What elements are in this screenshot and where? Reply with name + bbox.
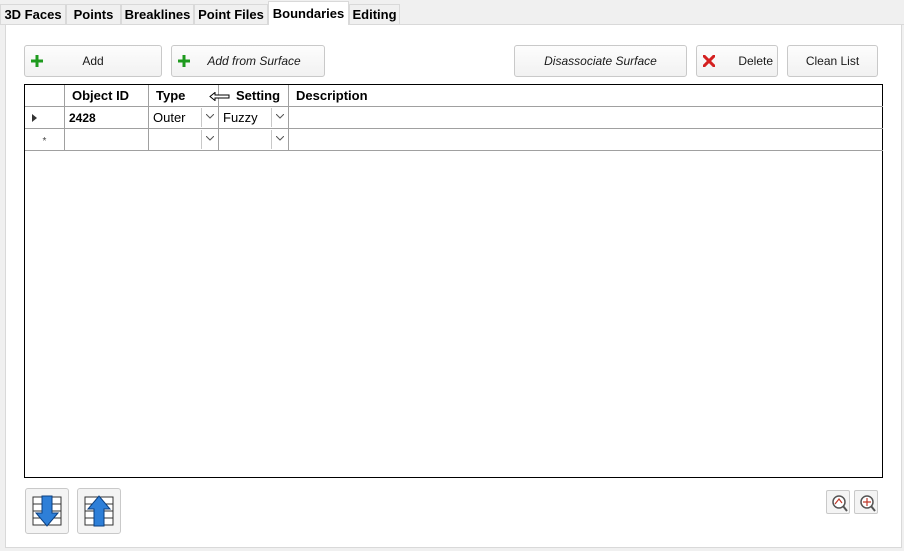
zoom-extents-button[interactable] (854, 490, 878, 514)
add-from-surface-label: Add from Surface (207, 54, 301, 68)
arrow-up-icon (84, 495, 114, 527)
row-header-corner (25, 85, 65, 107)
tab-points[interactable]: Points (66, 4, 121, 24)
new-row-marker: * (25, 129, 65, 151)
add-from-surface-button[interactable]: Add from Surface (171, 45, 325, 77)
disassociate-surface-label: Disassociate Surface (544, 54, 657, 68)
column-header-object-id[interactable]: Object ID (65, 85, 149, 107)
chevron-down-icon (206, 136, 214, 141)
delete-button-label: Delete (738, 54, 773, 68)
type-combo[interactable]: Outer (149, 107, 219, 129)
zoom-icon (832, 495, 848, 512)
new-type-combo-dropdown[interactable] (201, 130, 217, 149)
clean-list-button[interactable]: Clean List (787, 45, 878, 77)
type-combo-value: Outer (153, 110, 186, 125)
new-setting-combo[interactable] (219, 129, 289, 151)
move-up-button[interactable] (77, 488, 121, 534)
chevron-down-icon (276, 114, 284, 119)
zoom-extents-icon (860, 495, 876, 512)
tab-editing[interactable]: Editing (349, 4, 400, 24)
chevron-down-icon (276, 136, 284, 141)
tab-bar: 3D Faces Points Breaklines Point Files B… (0, 0, 904, 25)
chevron-down-icon (206, 114, 214, 119)
current-row-arrow-icon (32, 114, 37, 122)
boundaries-grid[interactable]: Object ID Type Setting Description 2428 … (24, 84, 883, 478)
zoom-button[interactable] (826, 490, 850, 514)
column-header-description[interactable]: Description (289, 85, 883, 107)
cell-object-id[interactable]: 2428 (65, 107, 149, 129)
boundaries-panel: Add Add from Surface Disassociate Surfac… (5, 24, 902, 548)
setting-combo-dropdown[interactable] (271, 108, 287, 127)
cell-description[interactable] (289, 107, 883, 129)
row-selector[interactable] (25, 107, 65, 129)
new-setting-combo-dropdown[interactable] (271, 130, 287, 149)
setting-combo-value: Fuzzy (223, 110, 258, 125)
delete-button[interactable]: Delete (696, 45, 778, 77)
x-icon (703, 55, 715, 67)
type-combo-dropdown[interactable] (201, 108, 217, 127)
tab-breaklines[interactable]: Breaklines (121, 4, 194, 24)
move-down-button[interactable] (25, 488, 69, 534)
setting-combo[interactable]: Fuzzy (219, 107, 289, 129)
tab-3d-faces[interactable]: 3D Faces (0, 4, 66, 24)
disassociate-surface-button[interactable]: Disassociate Surface (514, 45, 687, 77)
add-button-label: Add (82, 54, 104, 68)
arrow-down-icon (32, 495, 62, 527)
new-type-combo[interactable] (149, 129, 219, 151)
column-resize-cursor-icon (209, 92, 230, 101)
clean-list-label: Clean List (805, 54, 860, 68)
add-button[interactable]: Add (24, 45, 162, 77)
new-cell-object-id[interactable] (65, 129, 149, 151)
tab-boundaries[interactable]: Boundaries (268, 1, 349, 25)
tab-point-files[interactable]: Point Files (194, 4, 268, 24)
new-cell-description[interactable] (289, 129, 883, 151)
